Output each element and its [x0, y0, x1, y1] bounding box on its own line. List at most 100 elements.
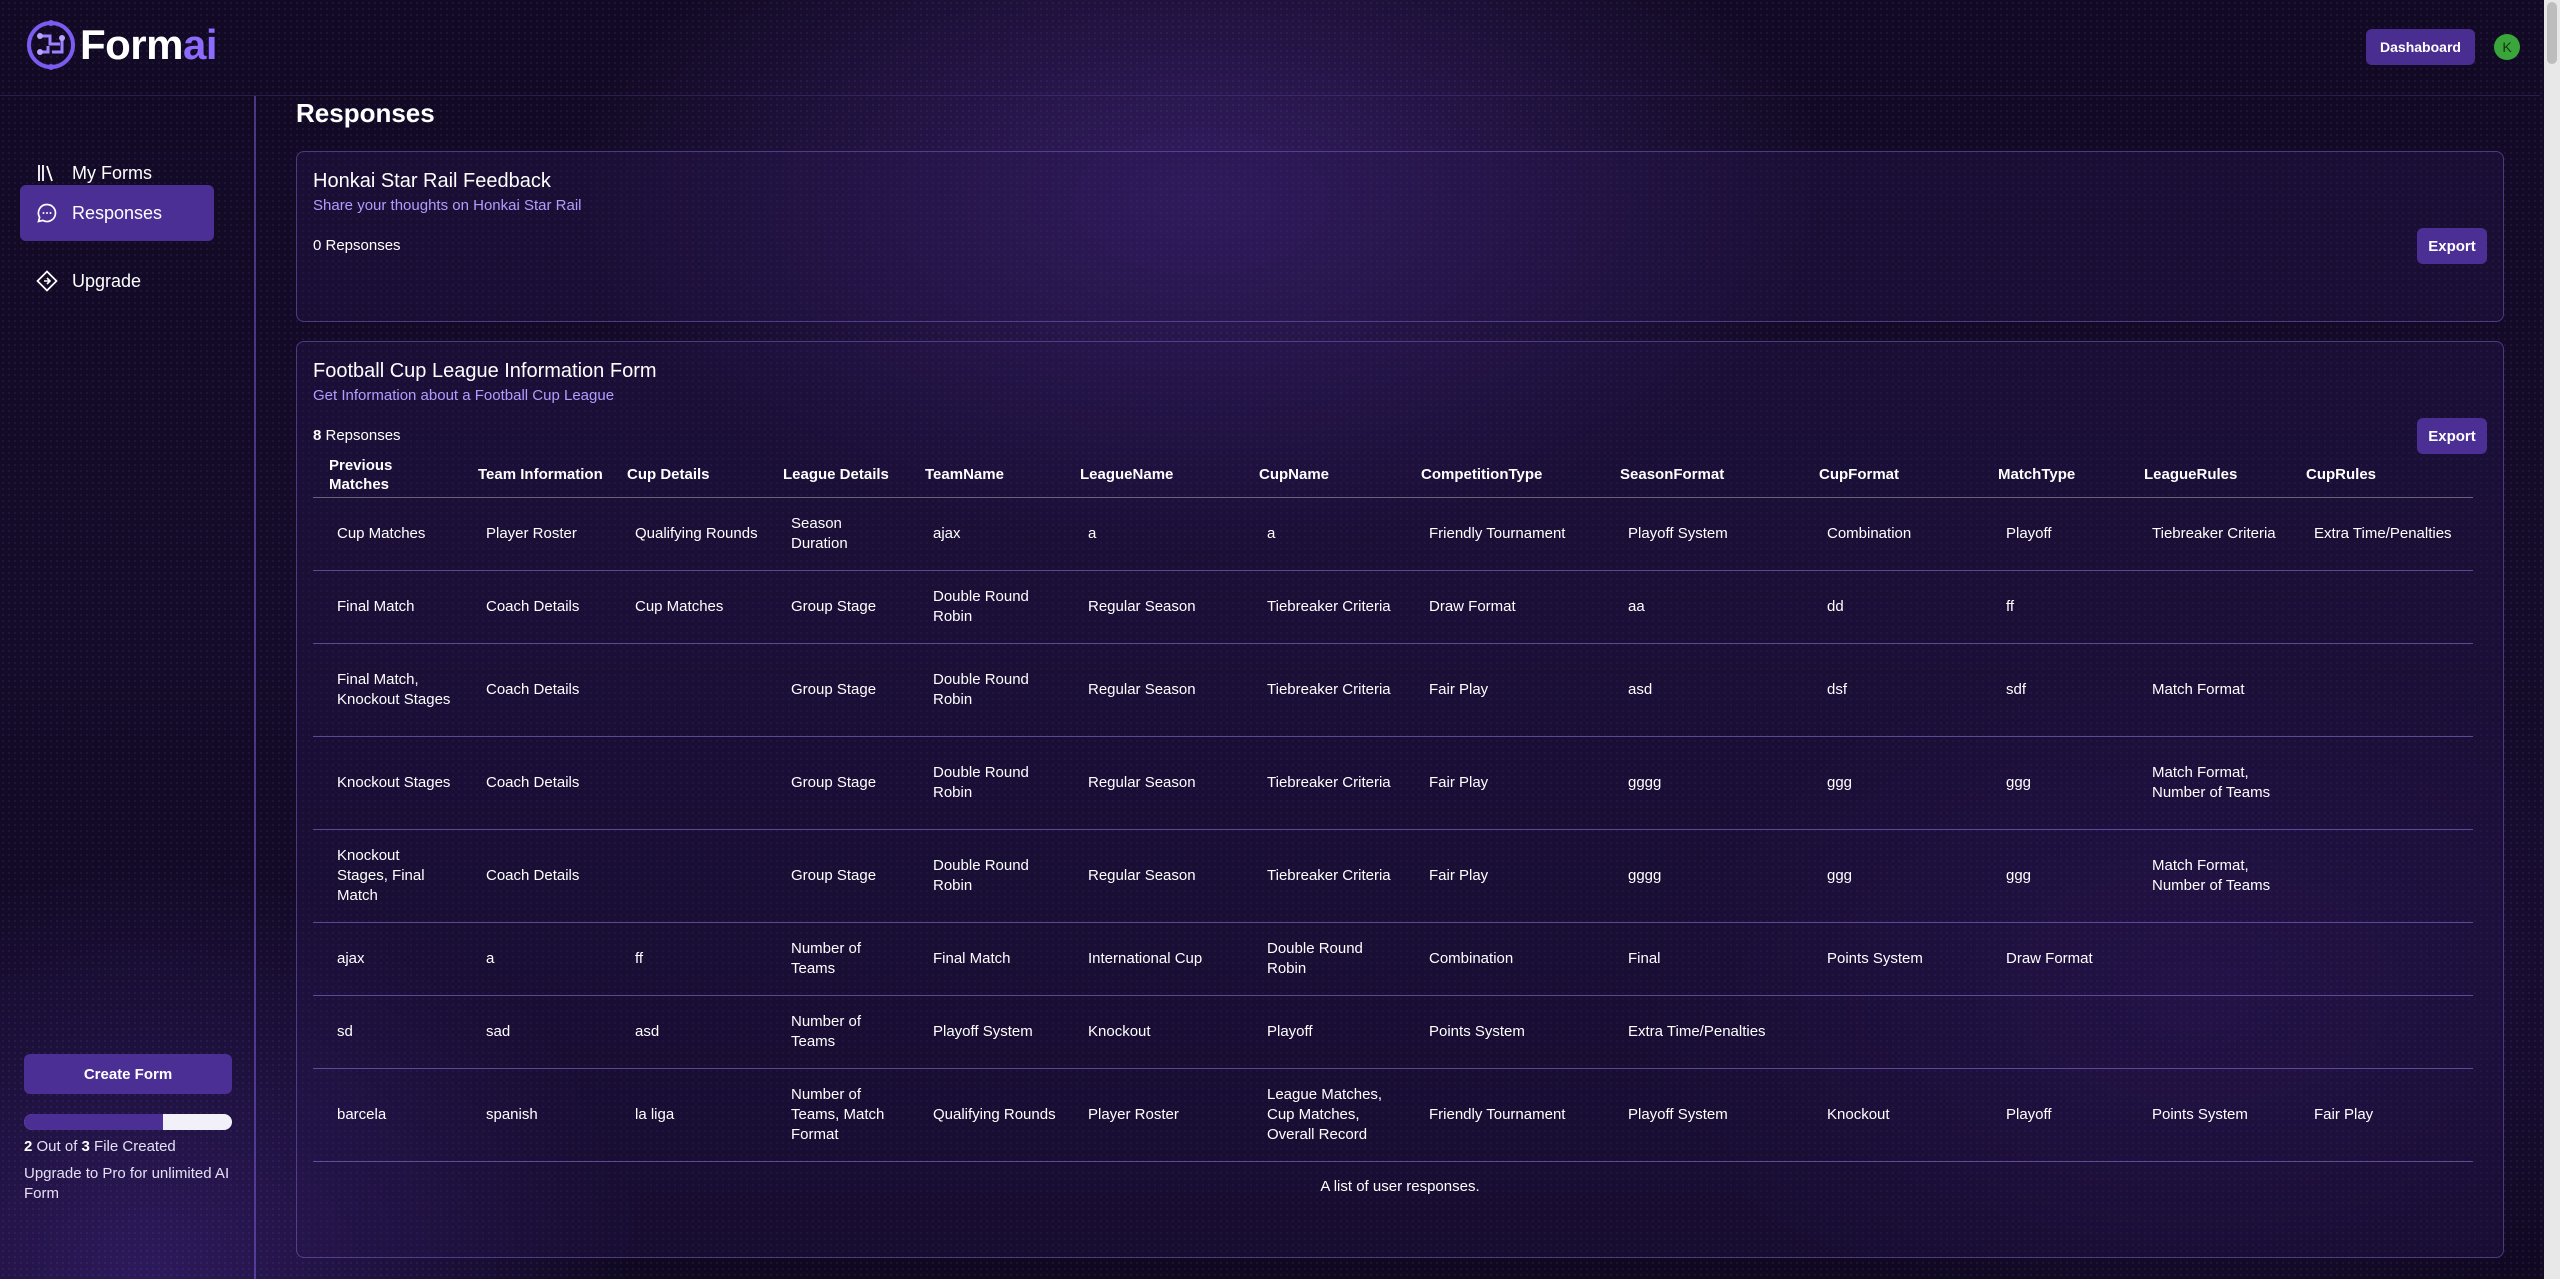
- brain-circuit-icon: [27, 20, 75, 70]
- usage-progress-bar: [24, 1114, 232, 1130]
- table-cell: a: [1243, 497, 1405, 571]
- column-header: LeagueRules: [2128, 453, 2290, 498]
- table-cell: Match Format: [2128, 643, 2290, 737]
- table-cell: Coach Details: [462, 570, 611, 644]
- top-header: Formai Dashaboard K: [0, 0, 2540, 96]
- table-cell: Knockout Stages: [313, 736, 462, 830]
- table-cell: [2290, 829, 2473, 923]
- table-cell: ajax: [313, 922, 462, 996]
- table-cell: Regular Season: [1064, 643, 1243, 737]
- usage-progress-fill: [24, 1114, 163, 1130]
- table-cell: Playoff: [1243, 995, 1405, 1069]
- table-cell: Coach Details: [462, 643, 611, 737]
- table-cell: Combination: [1405, 922, 1604, 996]
- table-cell: Double Round Robin: [909, 829, 1064, 923]
- table-cell: [2290, 570, 2473, 644]
- table-cell: Points System: [2128, 1068, 2290, 1162]
- table-cell: Number of Teams: [767, 922, 909, 996]
- table-cell: Combination: [1803, 497, 1982, 571]
- scrollbar[interactable]: [2544, 0, 2560, 1279]
- scrollbar-thumb[interactable]: [2547, 2, 2557, 64]
- table-cell: ggg: [1982, 829, 2128, 923]
- column-header: LeagueName: [1064, 453, 1243, 498]
- table-cell: [2290, 736, 2473, 830]
- table-cell: gggg: [1604, 736, 1803, 830]
- export-button[interactable]: Export: [2417, 418, 2487, 454]
- table-cell: Double Round Robin: [1243, 922, 1405, 996]
- table-cell: Final: [1604, 922, 1803, 996]
- table-cell: Fair Play: [1405, 643, 1604, 737]
- table-cell: Knockout: [1064, 995, 1243, 1069]
- table-cell: Tiebreaker Criteria: [1243, 570, 1405, 644]
- page-title: Responses: [296, 98, 435, 128]
- table-cell: Match Format, Number of Teams: [2128, 736, 2290, 830]
- library-icon: [38, 165, 53, 182]
- form-title: Football Cup League Information Form: [313, 360, 657, 382]
- diamond-icon: [36, 270, 58, 292]
- table-cell: ggg: [1982, 736, 2128, 830]
- table-cell: Final Match: [313, 570, 462, 644]
- sidebar-item-label: Upgrade: [72, 270, 142, 291]
- table-cell: spanish: [462, 1068, 611, 1162]
- table-cell: [2128, 995, 2290, 1069]
- table-cell: International Cup: [1064, 922, 1243, 996]
- table-cell: Coach Details: [462, 736, 611, 830]
- table-cell: Playoff: [1982, 1068, 2128, 1162]
- chat-bubble-icon: [37, 203, 57, 223]
- logo[interactable]: Formai: [24, 18, 218, 72]
- table-cell: Tiebreaker Criteria: [1243, 736, 1405, 830]
- table-cell: Player Roster: [1064, 1068, 1243, 1162]
- table-cell: ggg: [1803, 736, 1982, 830]
- column-header: MatchType: [1982, 453, 2128, 498]
- sidebar-item-upgrade[interactable]: Upgrade: [20, 253, 214, 309]
- create-form-button[interactable]: Create Form: [24, 1054, 232, 1094]
- table-row: ajax a ff Number of Teams Final Match Interna…: [313, 922, 2473, 996]
- table-cell: [2128, 570, 2290, 644]
- export-button[interactable]: Export: [2417, 228, 2487, 264]
- form-subtitle: Get Information about a Football Cup Lea…: [313, 387, 615, 404]
- table-cell: [611, 736, 767, 830]
- table-cell: Playoff System: [1604, 1068, 1803, 1162]
- table-cell: Coach Details: [462, 829, 611, 923]
- table-cell: ggg: [1803, 829, 1982, 923]
- column-header: SeasonFormat: [1604, 453, 1803, 498]
- file-count-text: 2 Out of 3 File Created: [24, 1138, 176, 1155]
- column-header: CupFormat: [1803, 453, 1982, 498]
- table-cell: Cup Matches: [611, 570, 767, 644]
- table-cell: Qualifying Rounds: [611, 497, 767, 571]
- table-cell: gggg: [1604, 829, 1803, 923]
- form-card-football: Football Cup League Information Form Get…: [296, 341, 2504, 1258]
- table-caption: A list of user responses.: [1320, 1178, 1480, 1195]
- table-cell: dsf: [1803, 643, 1982, 737]
- table-row: sd sad asd Number of Teams Playoff System Kno…: [313, 995, 2473, 1069]
- table-cell: Season Duration: [767, 497, 909, 571]
- avatar[interactable]: K: [2494, 34, 2520, 60]
- table-cell: ff: [611, 922, 767, 996]
- table-cell: Fair Play: [1405, 736, 1604, 830]
- table-cell: Group Stage: [767, 570, 909, 644]
- table-cell: Qualifying Rounds: [909, 1068, 1064, 1162]
- dashboard-button[interactable]: Dashaboard: [2366, 29, 2475, 65]
- table-cell: Match Format, Number of Teams: [2128, 829, 2290, 923]
- sidebar: My Forms Responses Upgrade Create Form 2…: [0, 96, 256, 1279]
- column-header: CupName: [1243, 453, 1405, 498]
- table-cell: Cup Matches: [313, 497, 462, 571]
- table-cell: Playoff System: [909, 995, 1064, 1069]
- table-cell: Final Match: [909, 922, 1064, 996]
- table-cell: Points System: [1803, 922, 1982, 996]
- table-cell: [1982, 995, 2128, 1069]
- table-cell: sad: [462, 995, 611, 1069]
- table-row: Cup Matches Player Roster Qualifying Round…: [313, 497, 2473, 571]
- table-cell: Playoff: [1982, 497, 2128, 571]
- logo-text: Formai: [80, 21, 218, 68]
- table-row: Final Match Coach Details Cup Matches Group…: [313, 570, 2473, 644]
- table-cell: barcela: [313, 1068, 462, 1162]
- table-cell: Group Stage: [767, 643, 909, 737]
- column-header: CompetitionType: [1405, 453, 1604, 498]
- table-cell: [2290, 922, 2473, 996]
- table-cell: [2290, 995, 2473, 1069]
- table-cell: Tiebreaker Criteria: [1243, 643, 1405, 737]
- table-cell: la liga: [611, 1068, 767, 1162]
- table-header-row: Previous Matches Team Information Cup Deta…: [313, 453, 2473, 498]
- sidebar-item-responses[interactable]: Responses: [20, 185, 214, 241]
